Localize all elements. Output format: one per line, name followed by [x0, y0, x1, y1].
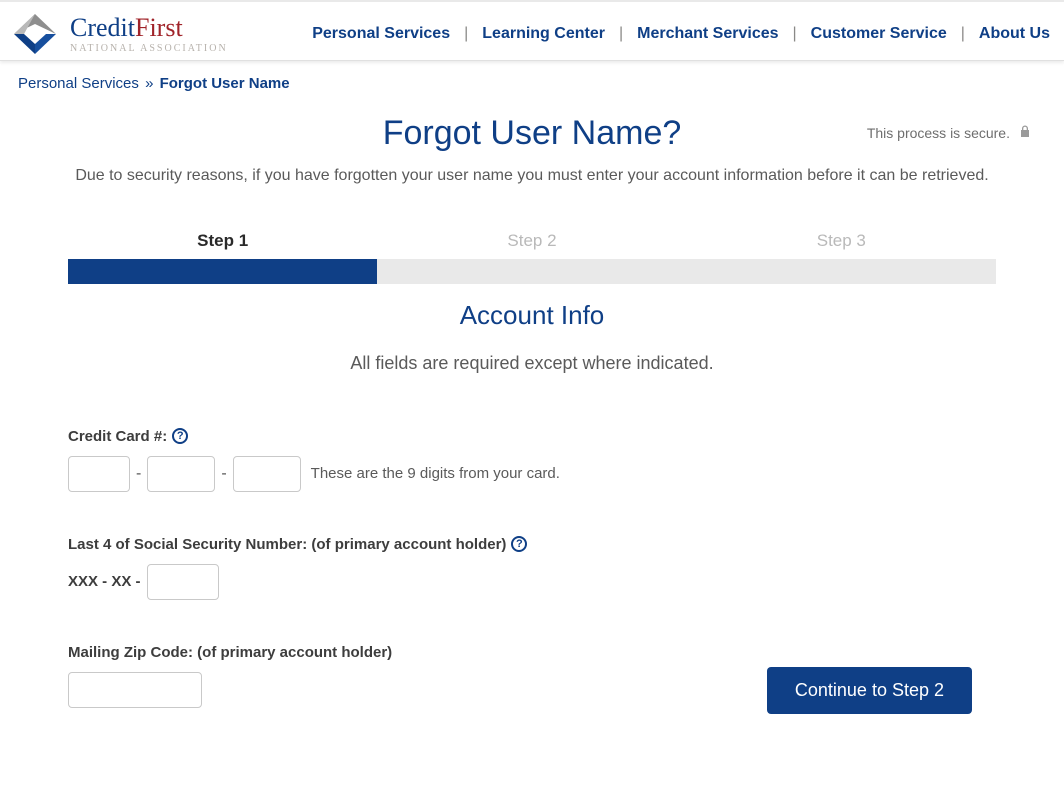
brand-word-1: Credit	[70, 13, 135, 42]
credit-card-label-row: Credit Card #: ?	[68, 428, 188, 445]
page-intro: Due to security reasons, if you have for…	[32, 167, 1032, 185]
breadcrumb-parent[interactable]: Personal Services	[18, 75, 139, 92]
nav-customer-service[interactable]: Customer Service	[797, 25, 961, 43]
zip-input[interactable]	[68, 672, 202, 708]
credit-card-part-3-input[interactable]	[233, 456, 301, 492]
nav-about-us[interactable]: About Us	[965, 25, 1064, 43]
submit-row: Continue to Step 2	[767, 667, 972, 714]
nav-merchant-services[interactable]: Merchant Services	[623, 25, 792, 43]
brand-tagline: NATIONAL ASSOCIATION	[70, 43, 228, 54]
step-3-label: Step 3	[687, 231, 996, 259]
credit-card-field-group: Credit Card #: ? - - These are the 9 dig…	[68, 428, 996, 492]
section-title: Account Info	[32, 300, 1032, 331]
ssn-last4-input[interactable]	[147, 564, 219, 600]
section-subtitle: All fields are required except where ind…	[32, 353, 1032, 374]
top-navigation-bar: CreditFirst NATIONAL ASSOCIATION Persona…	[0, 0, 1064, 61]
brand-word-2: First	[135, 13, 183, 42]
diamond-logo-icon	[6, 10, 64, 58]
zip-label: Mailing Zip Code: (of primary account ho…	[68, 644, 392, 661]
continue-step2-button[interactable]: Continue to Step 2	[767, 667, 972, 714]
credit-card-help-icon[interactable]: ?	[172, 428, 188, 444]
brand-text: CreditFirst NATIONAL ASSOCIATION	[70, 15, 228, 54]
breadcrumb: Personal Services » Forgot User Name	[0, 61, 1064, 98]
ssn-field-group: Last 4 of Social Security Number: (of pr…	[68, 536, 996, 600]
step-labels: Step 1 Step 2 Step 3	[68, 231, 996, 259]
credit-card-hint: These are the 9 digits from your card.	[311, 465, 560, 482]
progress-segment-1	[68, 259, 377, 284]
ssn-inputs: XXX - XX -	[68, 564, 996, 600]
credit-card-part-1-input[interactable]	[68, 456, 130, 492]
ssn-label: Last 4 of Social Security Number: (of pr…	[68, 536, 506, 553]
nav-learning-center[interactable]: Learning Center	[468, 25, 619, 43]
account-info-form: Credit Card #: ? - - These are the 9 dig…	[68, 428, 996, 708]
step-1-label: Step 1	[68, 231, 377, 259]
secure-note: This process is secure.	[867, 124, 1032, 141]
progress-segment-3	[687, 259, 996, 284]
lock-icon	[1018, 124, 1032, 141]
title-row: Forgot User Name? This process is secure…	[32, 114, 1032, 153]
credit-card-part-2-input[interactable]	[147, 456, 215, 492]
progress-segment-2	[377, 259, 686, 284]
credit-card-inputs: - - These are the 9 digits from your car…	[68, 456, 996, 492]
page-content: Forgot User Name? This process is secure…	[0, 114, 1064, 708]
secure-text: This process is secure.	[867, 125, 1010, 141]
ssn-prefix: XXX - XX -	[68, 573, 141, 590]
dash-separator: -	[130, 465, 147, 483]
breadcrumb-separator-icon: »	[143, 75, 155, 92]
primary-nav: Personal Services | Learning Center | Me…	[298, 25, 1064, 43]
ssn-label-row: Last 4 of Social Security Number: (of pr…	[68, 536, 527, 553]
ssn-help-icon[interactable]: ?	[511, 536, 527, 552]
credit-card-label: Credit Card #:	[68, 428, 167, 445]
step-progress-bar	[68, 259, 996, 284]
dash-separator: -	[215, 465, 232, 483]
nav-personal-services[interactable]: Personal Services	[298, 25, 464, 43]
brand-logo[interactable]: CreditFirst NATIONAL ASSOCIATION	[6, 10, 238, 58]
breadcrumb-current: Forgot User Name	[160, 75, 290, 92]
step-2-label: Step 2	[377, 231, 686, 259]
